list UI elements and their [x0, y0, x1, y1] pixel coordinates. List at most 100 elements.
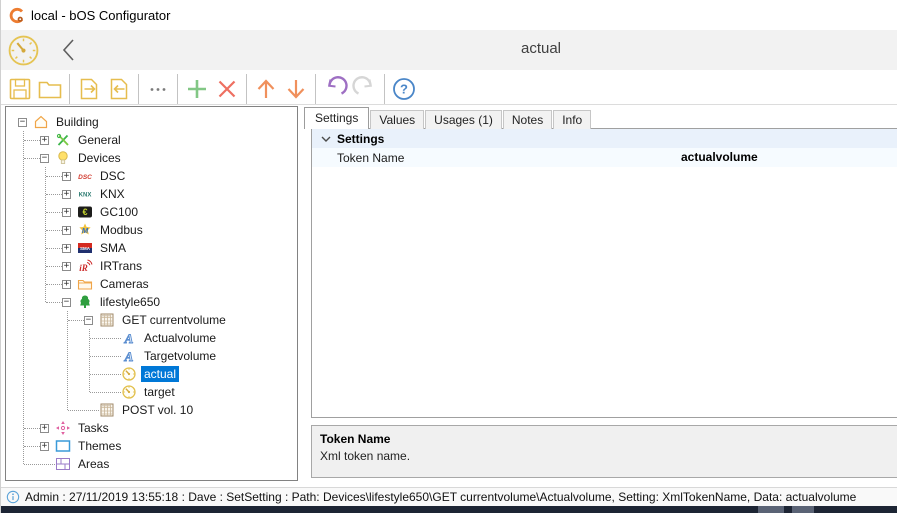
tree-item-knx[interactable]: +KNXKNX [6, 185, 297, 203]
back-button[interactable] [57, 36, 83, 64]
setting-row-token-name[interactable]: Token Name actualvolume [312, 148, 897, 167]
general-icon [55, 132, 71, 148]
expand-toggle-icon[interactable]: + [40, 136, 49, 145]
knx-icon: KNX [77, 186, 93, 202]
tree-connector [90, 392, 121, 393]
tree-item-building[interactable]: − Building [6, 113, 297, 131]
tree-item-label: Actualvolume [141, 330, 219, 346]
tree-item-lifestyle650[interactable]: −lifestyle650 [6, 293, 297, 311]
toolbar-separator [69, 74, 70, 104]
toolbar-separator [384, 74, 385, 104]
open-button[interactable] [36, 75, 64, 103]
expand-toggle-icon[interactable]: + [62, 244, 71, 253]
tree-connector [24, 158, 40, 159]
expand-toggle-icon[interactable]: + [62, 280, 71, 289]
tree-item-label: Tasks [75, 420, 112, 436]
tree-item-target[interactable]: target [6, 383, 297, 401]
tree-item-modbus[interactable]: +MModbus [6, 221, 297, 239]
toolbar-separator [315, 74, 316, 104]
move-up-button[interactable] [252, 75, 280, 103]
sma-icon: SMA [77, 240, 93, 256]
expand-toggle-icon[interactable]: + [40, 442, 49, 451]
tree-connector [46, 176, 62, 177]
tree-item-dsc[interactable]: + DSC DSC [6, 167, 297, 185]
tree-item-label: POST vol. 10 [119, 402, 196, 418]
building-icon [33, 114, 49, 130]
tree-item-general[interactable]: +General [6, 131, 297, 149]
tree-item-irtrans[interactable]: +iRIRTrans [6, 257, 297, 275]
svg-text:iR: iR [79, 263, 88, 273]
tree-item-actualvolume[interactable]: A Actualvolume [6, 329, 297, 347]
tree-connector [46, 284, 62, 285]
tree-connector [46, 212, 62, 213]
tree-connector [24, 446, 40, 447]
tree-item-sma[interactable]: +SMASMA [6, 239, 297, 257]
move-down-button[interactable] [282, 75, 310, 103]
letter-a-icon: A [121, 348, 137, 364]
tree-item-label: Targetvolume [141, 348, 219, 364]
tree-item-cameras[interactable]: +Cameras [6, 275, 297, 293]
tree-connector [90, 338, 121, 339]
tree-item-label: DSC [97, 168, 128, 184]
tree-item-gc100[interactable]: +€GC100 [6, 203, 297, 221]
expand-toggle-icon[interactable]: + [62, 190, 71, 199]
tree-item-get-currentvolume[interactable]: −GET currentvolume [6, 311, 297, 329]
tree-item-actual[interactable]: actual [6, 365, 297, 383]
tree-item-themes[interactable]: + Themes [6, 437, 297, 455]
tree-item-areas[interactable]: Areas [6, 455, 297, 473]
tree-connector [24, 464, 55, 465]
expand-toggle-icon[interactable]: + [62, 262, 71, 271]
toolbar-separator [138, 74, 139, 104]
tab-usages-1[interactable]: Usages (1) [425, 110, 502, 129]
export-icon [76, 76, 102, 102]
tree-item-tasks[interactable]: + Tasks [6, 419, 297, 437]
tree-item-post-vol-10[interactable]: POST vol. 10 [6, 401, 297, 419]
help-button[interactable]: ? [390, 75, 418, 103]
add-icon [184, 76, 210, 102]
tree-connector [24, 140, 40, 141]
tree-item-devices[interactable]: −Devices [6, 149, 297, 167]
cameras-icon [77, 276, 93, 292]
add-button[interactable] [183, 75, 211, 103]
title-bar: local - bOS Configurator [1, 0, 897, 30]
tab-notes[interactable]: Notes [503, 110, 552, 129]
expand-toggle-icon[interactable]: + [62, 208, 71, 217]
export-button[interactable] [75, 75, 103, 103]
expand-toggle-icon[interactable]: + [62, 172, 71, 181]
collapse-toggle-icon[interactable]: − [62, 298, 71, 307]
expand-toggle-icon[interactable]: + [40, 424, 49, 433]
tab-settings[interactable]: Settings [304, 107, 369, 129]
window-title: local - bOS Configurator [31, 8, 170, 23]
collapse-toggle-icon[interactable]: − [18, 118, 27, 127]
settings-group-header[interactable]: Settings [312, 129, 897, 148]
tree-item-label: Building [53, 114, 102, 130]
svg-text:SMA: SMA [80, 246, 91, 251]
collapse-toggle-icon[interactable]: − [84, 316, 93, 325]
setting-value-field[interactable]: actualvolume [681, 150, 758, 164]
tree-item-label: Themes [75, 438, 124, 454]
import-button[interactable] [105, 75, 133, 103]
svg-text:?: ? [400, 81, 408, 96]
settings-group-label: Settings [337, 132, 384, 146]
tab-info[interactable]: Info [553, 110, 591, 129]
svg-text:A: A [124, 349, 134, 364]
svg-text:DSC: DSC [78, 174, 92, 181]
expand-toggle-icon[interactable]: + [62, 226, 71, 235]
navigation-tree: −Building+General−Devices+DSCDSC+KNXKNX+… [5, 106, 298, 481]
gauge-icon [121, 384, 137, 400]
tree-item-label: target [141, 384, 178, 400]
undo-button[interactable] [321, 75, 349, 103]
collapse-toggle-icon[interactable]: − [40, 154, 49, 163]
redo-button[interactable] [351, 75, 379, 103]
tree-item-targetvolume[interactable]: A Targetvolume [6, 347, 297, 365]
tree-connector [46, 248, 62, 249]
svg-text:A: A [124, 331, 134, 346]
save-button[interactable] [6, 75, 34, 103]
tab-values[interactable]: Values [370, 110, 424, 129]
gc100-icon: € [77, 204, 93, 220]
status-bar: Admin : 27/11/2019 13:55:18 : Dave : Set… [1, 487, 897, 506]
lifestyle-icon [77, 294, 93, 310]
themes-icon [55, 438, 71, 454]
more-button[interactable] [144, 75, 172, 103]
delete-button[interactable] [213, 75, 241, 103]
